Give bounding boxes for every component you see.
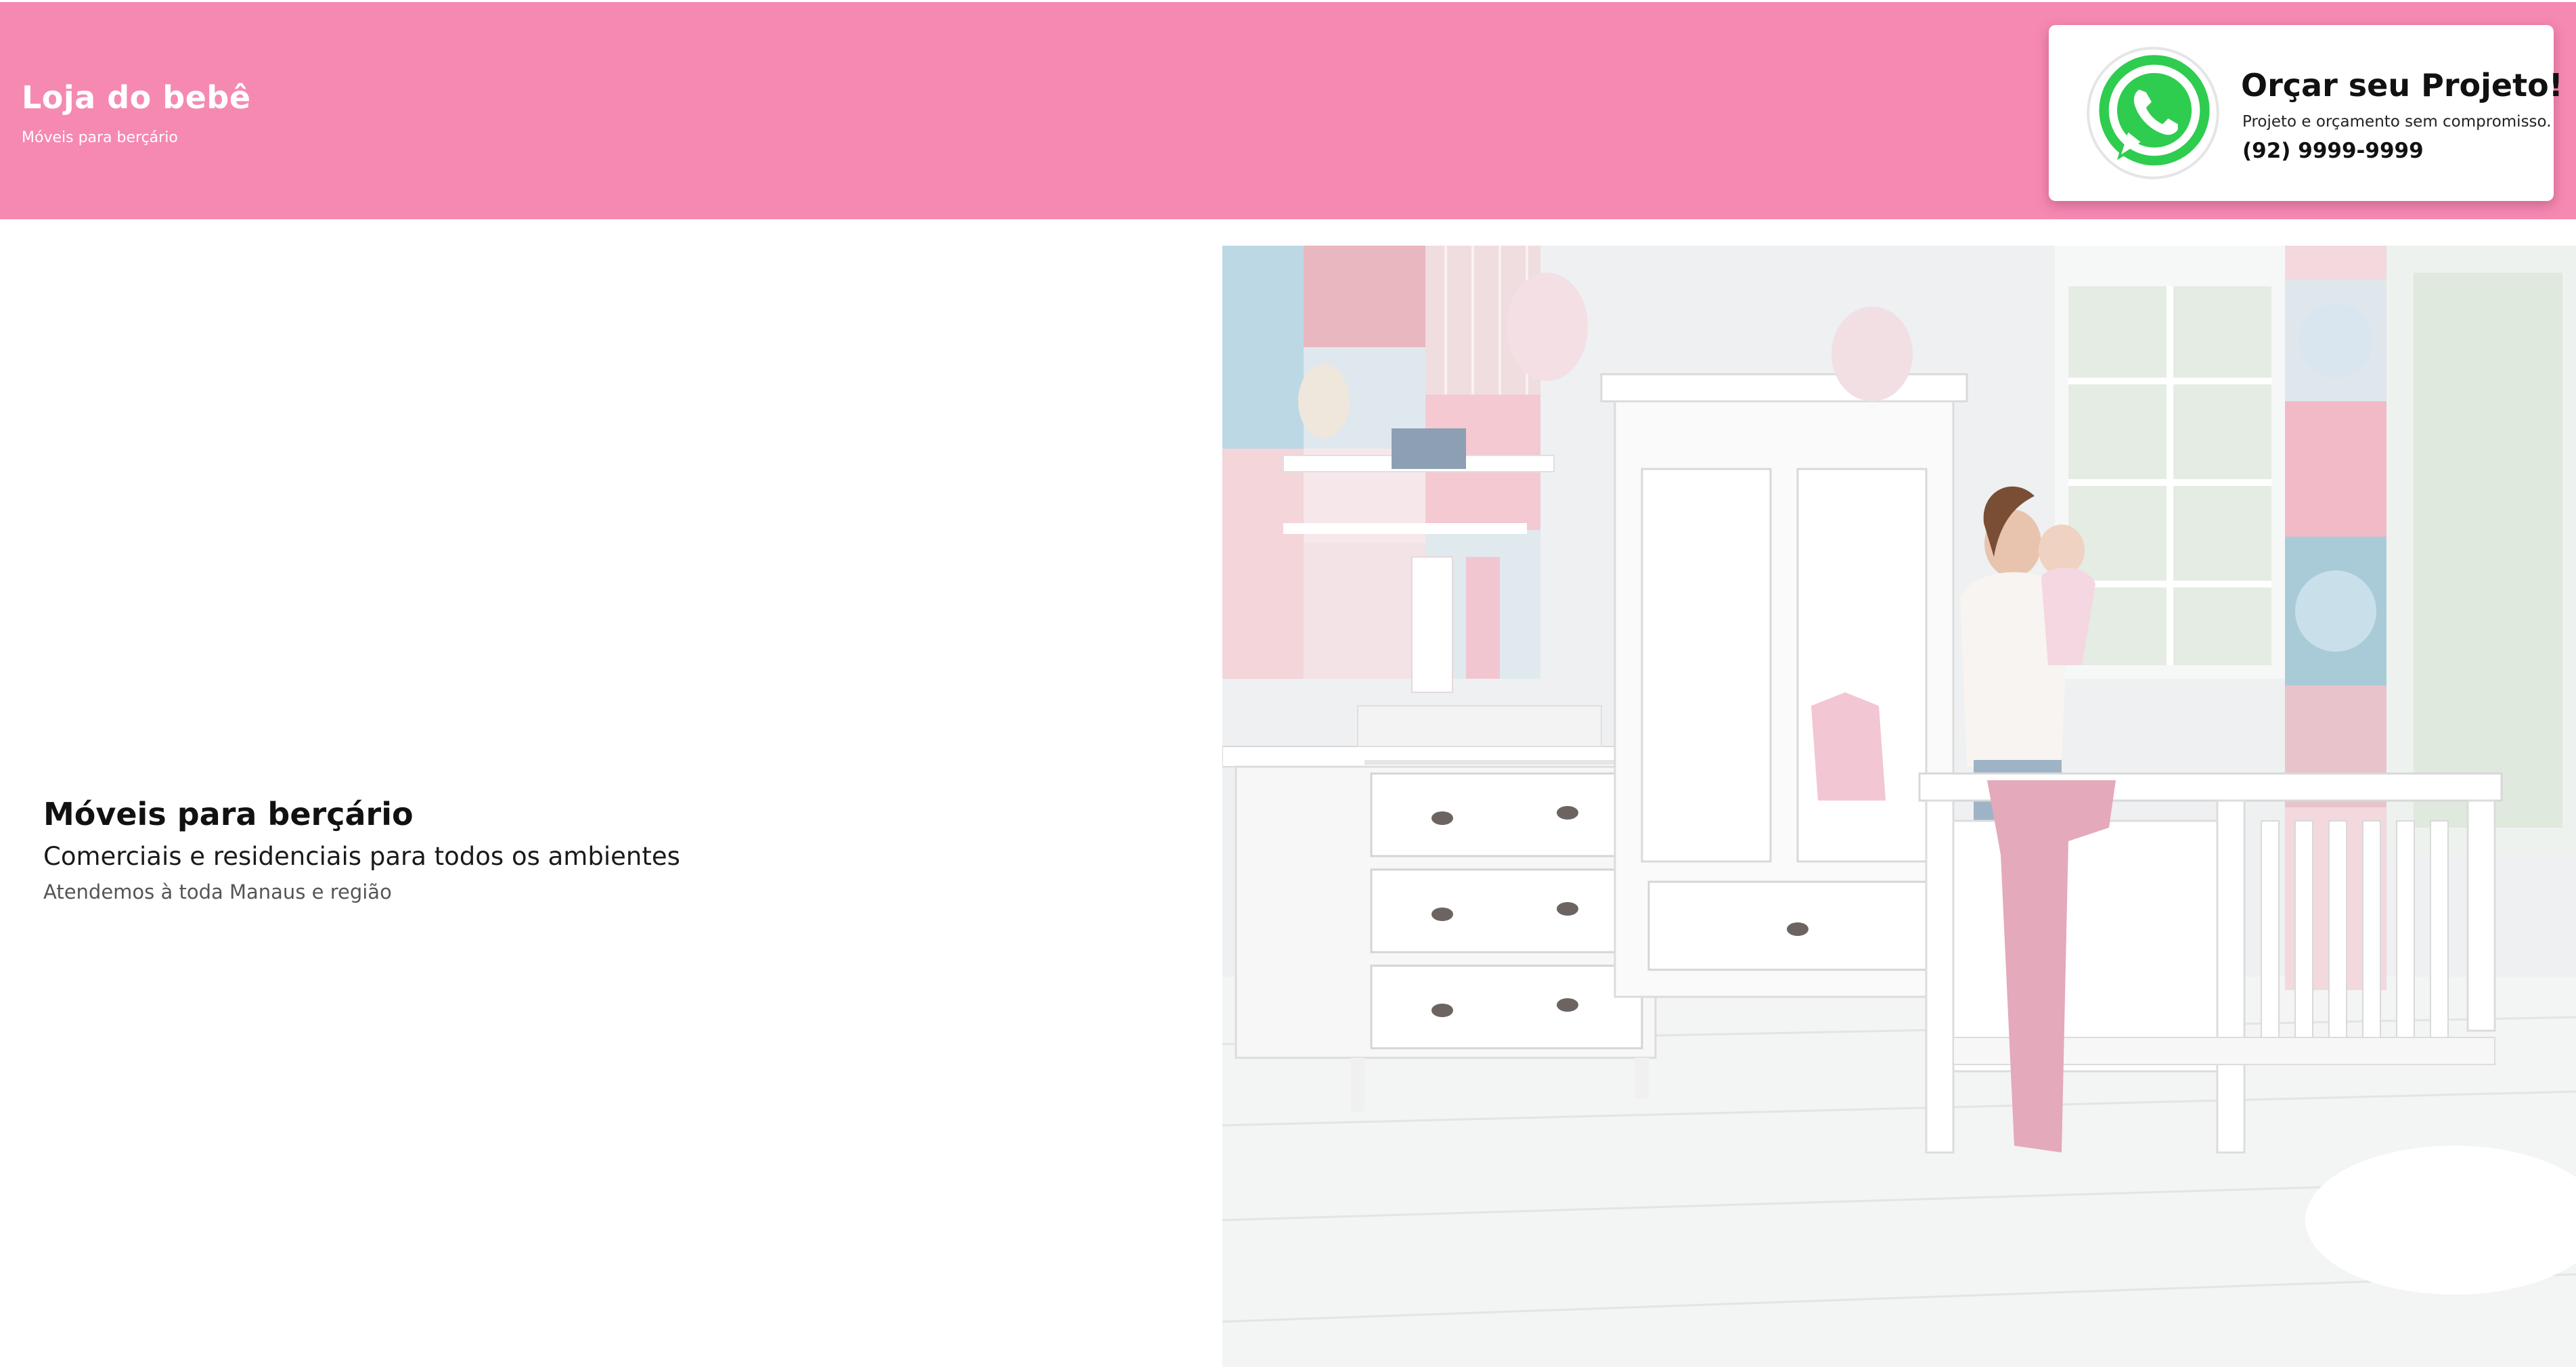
hero-title: Móveis para berçário: [43, 796, 414, 832]
whatsapp-quote-button[interactable]: Orçar seu Projeto! Projeto e orçamento s…: [2049, 25, 2563, 201]
cta-subtitle: Projeto e orçamento sem compromisso.: [2242, 113, 2552, 131]
hero-text: Móveis para berçário Comerciais e reside…: [43, 796, 680, 903]
site-header: Loja do bebê Móveis para berçário Orçar …: [0, 0, 2576, 219]
brand-title[interactable]: Loja do bebê: [22, 79, 251, 116]
cta-phone: (92) 9999-9999: [2242, 139, 2424, 163]
nursery-room-photo: [1222, 246, 2576, 1367]
brand-subtitle: Móveis para berçário: [22, 129, 178, 146]
hero-region: Atendemos à toda Manaus e região: [43, 880, 392, 903]
whatsapp-icon: [2087, 47, 2219, 179]
hero-subtitle: Comerciais e residenciais para todos os …: [43, 842, 680, 871]
cta-title: Orçar seu Projeto!: [2241, 67, 2563, 104]
